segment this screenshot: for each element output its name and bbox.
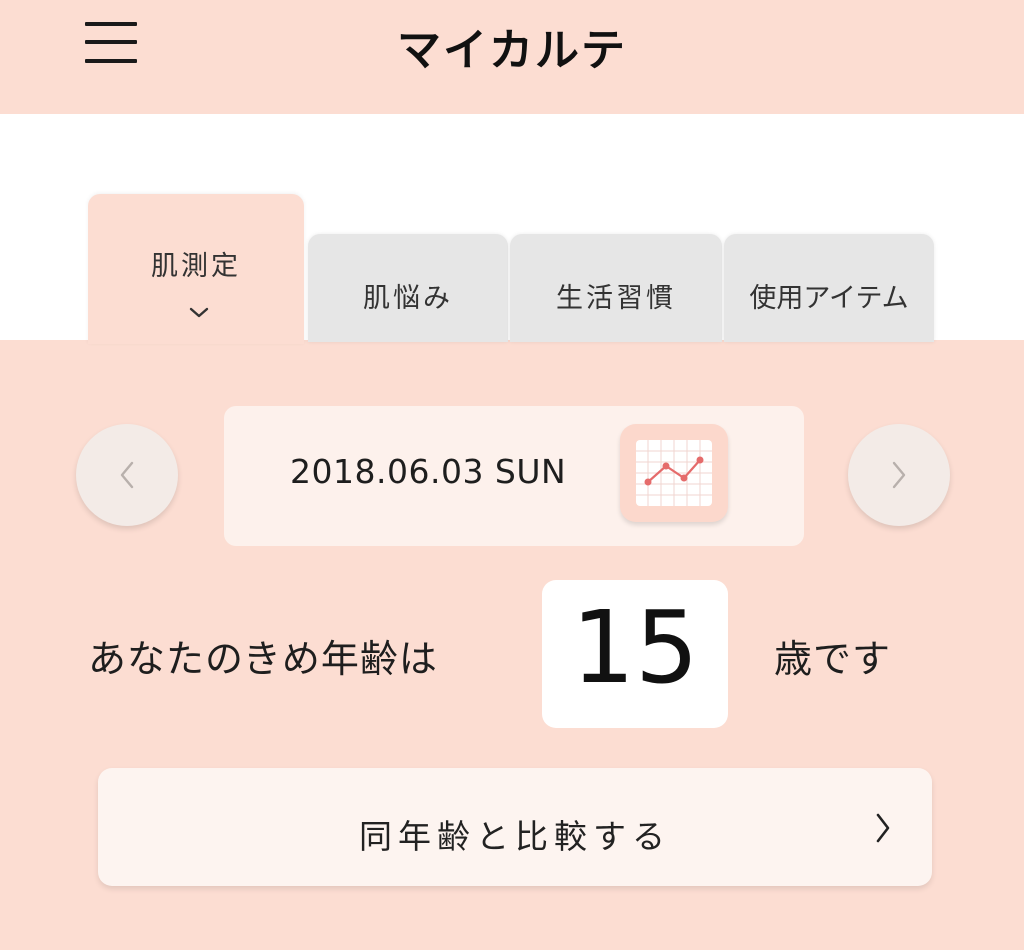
compare-label: 同年齢と比較する: [359, 817, 671, 856]
tab-label: 肌測定: [151, 251, 241, 282]
measurement-date: 2018.06.03 SUN: [290, 452, 567, 491]
app-header: マイカルテ: [0, 0, 1024, 114]
age-label: あなたのきめ年齢は: [88, 637, 438, 681]
chevron-right-icon: [876, 813, 890, 843]
tab-label: 使用アイテム: [749, 283, 909, 314]
tab-label: 肌悩み: [363, 283, 453, 314]
tab-used-items[interactable]: 使用アイテム: [724, 234, 934, 342]
graph-button[interactable]: [620, 424, 728, 522]
next-date-button[interactable]: [848, 424, 950, 526]
tab-skin-concerns[interactable]: 肌悩み: [308, 234, 508, 342]
chevron-left-icon: [120, 461, 134, 489]
previous-date-button[interactable]: [76, 424, 178, 526]
tab-skin-measurement[interactable]: 肌測定: [88, 194, 304, 344]
line-graph-icon: [636, 440, 712, 506]
tab-label: 生活習慣: [556, 283, 676, 314]
age-value: 15: [571, 589, 699, 706]
tab-lifestyle[interactable]: 生活習慣: [510, 234, 722, 342]
chevron-down-icon: [189, 307, 209, 318]
chevron-right-icon: [892, 461, 906, 489]
page-title: マイカルテ: [397, 25, 627, 76]
age-value-box: 15: [542, 580, 728, 728]
date-display: 2018.06.03 SUN: [224, 406, 804, 546]
age-suffix: 歳です: [774, 637, 892, 681]
compare-same-age-button[interactable]: 同年齢と比較する: [98, 768, 932, 886]
